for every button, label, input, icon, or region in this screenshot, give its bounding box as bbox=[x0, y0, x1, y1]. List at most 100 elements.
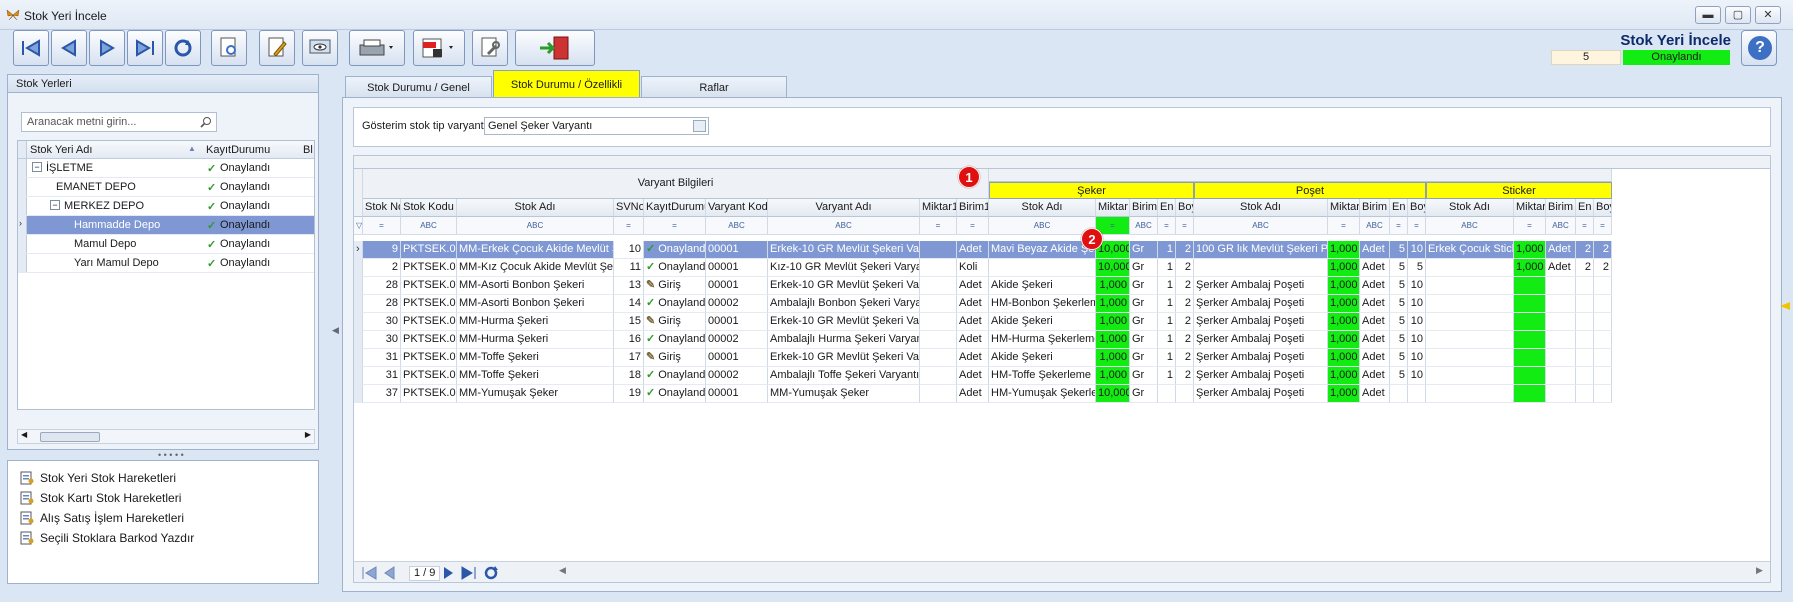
table-cell[interactable]: 1,000 bbox=[1514, 241, 1546, 259]
pdf-export-button[interactable] bbox=[413, 30, 465, 66]
table-cell[interactable]: Adet bbox=[957, 367, 989, 385]
table-cell[interactable]: PKTSEK.003 bbox=[401, 295, 457, 313]
table-cell[interactable] bbox=[920, 277, 957, 295]
table-cell[interactable] bbox=[1576, 331, 1594, 349]
table-cell[interactable]: 2 bbox=[1176, 313, 1194, 331]
splitter-grip[interactable]: • • • • • bbox=[158, 450, 184, 460]
table-cell[interactable]: PKTSEK.003 bbox=[401, 277, 457, 295]
filter-row-icon[interactable]: ▽ bbox=[354, 217, 363, 235]
edit-button[interactable] bbox=[259, 30, 295, 66]
column-header[interactable]: SVNo bbox=[614, 199, 644, 217]
table-cell[interactable]: Adet bbox=[957, 385, 989, 403]
tree-item[interactable]: Yarı Mamul Depo ✓ Onaylandı bbox=[18, 254, 314, 273]
table-cell[interactable] bbox=[1426, 349, 1514, 367]
table-cell[interactable]: 10,000 bbox=[1096, 385, 1130, 403]
table-cell[interactable]: Adet bbox=[1360, 259, 1390, 277]
table-cell[interactable]: ✎ Giriş bbox=[644, 277, 706, 295]
table-cell[interactable] bbox=[920, 295, 957, 313]
table-cell[interactable] bbox=[1176, 385, 1194, 403]
table-cell[interactable]: Adet bbox=[957, 241, 989, 259]
table-cell[interactable]: 1,000 bbox=[1328, 277, 1360, 295]
column-header-status[interactable]: KayıtDurumu bbox=[206, 144, 270, 156]
table-cell[interactable]: Ambalajlı Toffe Şekeri Varyantı bbox=[768, 367, 920, 385]
column-header[interactable]: Miktar bbox=[1096, 199, 1130, 217]
table-cell[interactable]: HM-Bonbon Şekerleme bbox=[989, 295, 1096, 313]
minimize-button[interactable]: ▬ bbox=[1695, 6, 1721, 24]
row-indicator[interactable] bbox=[354, 385, 363, 403]
table-cell[interactable]: Gr bbox=[1130, 241, 1158, 259]
column-header[interactable]: Birim bbox=[1546, 199, 1576, 217]
table-cell[interactable]: 2 bbox=[1176, 277, 1194, 295]
table-cell[interactable]: 00001 bbox=[706, 277, 768, 295]
table-cell[interactable]: 1 bbox=[1158, 367, 1176, 385]
collapse-icon[interactable]: − bbox=[50, 200, 60, 210]
table-cell[interactable]: PKTSEK.002 bbox=[401, 259, 457, 277]
column-header[interactable]: Stok Adı bbox=[457, 199, 614, 217]
filter-cell[interactable]: = bbox=[1176, 217, 1194, 235]
table-cell[interactable] bbox=[1594, 313, 1612, 331]
table-cell[interactable]: 1,000 bbox=[1096, 349, 1130, 367]
table-cell[interactable]: Gr bbox=[1130, 349, 1158, 367]
table-cell[interactable]: PKTSEK.006 bbox=[401, 385, 457, 403]
tree-item[interactable]: Mamul Depo ✓ Onaylandı bbox=[18, 235, 314, 254]
column-header[interactable]: Miktar bbox=[1328, 199, 1360, 217]
table-cell[interactable]: Adet bbox=[957, 349, 989, 367]
table-cell[interactable] bbox=[920, 241, 957, 259]
table-cell[interactable]: ✓ Onaylandı bbox=[644, 331, 706, 349]
row-indicator[interactable] bbox=[354, 331, 363, 349]
tab-shelves[interactable]: Raflar bbox=[641, 76, 787, 98]
table-cell[interactable]: 10 bbox=[614, 241, 644, 259]
table-cell[interactable]: 5 bbox=[1390, 295, 1408, 313]
table-cell[interactable] bbox=[920, 349, 957, 367]
table-cell[interactable]: Gr bbox=[1130, 313, 1158, 331]
table-cell[interactable] bbox=[1426, 367, 1514, 385]
table-cell[interactable] bbox=[1426, 295, 1514, 313]
dropdown-icon[interactable] bbox=[693, 120, 706, 132]
column-header[interactable]: Stok Adı bbox=[1426, 199, 1514, 217]
last-record-button[interactable] bbox=[127, 30, 163, 66]
table-cell[interactable] bbox=[1426, 259, 1514, 277]
tab-detailed[interactable]: Stok Durumu / Özellikli bbox=[493, 70, 640, 98]
table-cell[interactable] bbox=[1546, 367, 1576, 385]
exit-button[interactable] bbox=[515, 30, 595, 66]
table-cell[interactable] bbox=[1514, 349, 1546, 367]
table-cell[interactable]: 2 bbox=[1594, 241, 1612, 259]
stock-grid[interactable]: 1 / 9 ◀ ▶ Varyant Bilgileri Şeker Poşet Sti… bbox=[353, 155, 1771, 583]
table-cell[interactable]: Erkek-10 GR Mevlüt Şekeri Varyantı bbox=[768, 313, 920, 331]
table-cell[interactable] bbox=[1158, 385, 1176, 403]
table-cell[interactable] bbox=[1426, 385, 1514, 403]
column-header[interactable]: Stok Adı bbox=[989, 199, 1096, 217]
horizontal-scrollbar[interactable]: ◀ ▶ bbox=[17, 429, 315, 444]
table-cell[interactable]: 00001 bbox=[706, 259, 768, 277]
table-cell[interactable]: 1,000 bbox=[1096, 367, 1130, 385]
table-cell[interactable]: Akide Şekeri bbox=[989, 349, 1096, 367]
table-cell[interactable] bbox=[1514, 295, 1546, 313]
table-cell[interactable]: Adet bbox=[1360, 241, 1390, 259]
collapse-icon[interactable]: − bbox=[32, 162, 42, 172]
table-cell[interactable]: Şerker Ambalaj Poşeti bbox=[1194, 313, 1328, 331]
view-button[interactable] bbox=[302, 30, 338, 66]
table-cell[interactable]: Adet bbox=[957, 277, 989, 295]
filter-cell[interactable]: ABC bbox=[401, 217, 457, 235]
table-cell[interactable] bbox=[1546, 349, 1576, 367]
table-cell[interactable]: 2 bbox=[1594, 259, 1612, 277]
row-indicator[interactable] bbox=[354, 313, 363, 331]
filter-cell[interactable]: = bbox=[1158, 217, 1176, 235]
table-cell[interactable]: 10 bbox=[1408, 367, 1426, 385]
filter-cell[interactable]: = bbox=[1328, 217, 1360, 235]
table-cell[interactable]: Ambalajlı Bonbon Şekeri Varyantı bbox=[768, 295, 920, 313]
tree-item[interactable]: › Hammadde Depo ✓ Onaylandı bbox=[18, 216, 314, 235]
table-cell[interactable]: Gr bbox=[1130, 367, 1158, 385]
table-cell[interactable]: 17 bbox=[614, 349, 644, 367]
table-cell[interactable]: Ambalajlı Hurma Şekeri Varyantı bbox=[768, 331, 920, 349]
variant-select[interactable]: Genel Şeker Varyantı bbox=[484, 117, 709, 135]
table-cell[interactable] bbox=[1594, 277, 1612, 295]
action-link[interactable]: Stok Yeri Stok Hareketleri bbox=[20, 469, 176, 487]
column-header[interactable]: Miktar1 bbox=[920, 199, 957, 217]
table-cell[interactable]: 16 bbox=[614, 331, 644, 349]
table-cell[interactable]: MM-Toffe Şekeri bbox=[457, 367, 614, 385]
table-cell[interactable]: Şerker Ambalaj Poşeti bbox=[1194, 331, 1328, 349]
table-cell[interactable]: 1,000 bbox=[1096, 331, 1130, 349]
refresh-grid-icon[interactable] bbox=[482, 565, 500, 581]
tab-general[interactable]: Stok Durumu / Genel bbox=[345, 76, 492, 98]
